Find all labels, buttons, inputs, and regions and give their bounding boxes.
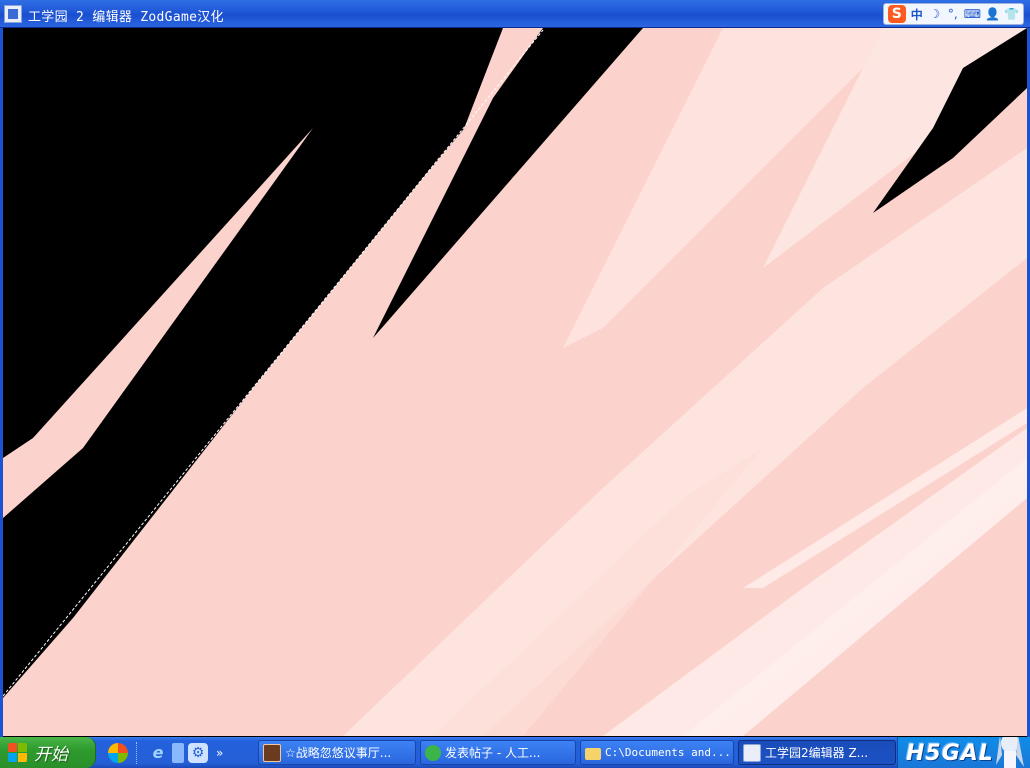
task-label: 工学园2编辑器 Z... <box>765 746 869 760</box>
pink-wallpaper-graphic <box>3 28 1027 736</box>
ime-punctuation-icon[interactable]: °, <box>946 7 960 21</box>
game-canvas[interactable] <box>3 28 1027 736</box>
task-button-editor[interactable]: 工学园2编辑器 Z... <box>738 740 896 765</box>
taskbar: 开始 e ⚙ » ☆战略忽悠议事厅... 发表帖子 - 人工... C:\Doc… <box>0 737 1030 768</box>
ime-fullwidth-icon[interactable]: ☽ <box>928 7 942 21</box>
window-title: 工学园 2 编辑器 ZodGame汉化 <box>28 10 224 25</box>
mascot-icon <box>996 737 1024 768</box>
media-icon[interactable] <box>172 742 184 763</box>
window-titlebar[interactable]: 工学园 2 编辑器 ZodGame汉化 S 中 ☽ °, ⌨ 👤 👕 <box>0 0 1030 28</box>
quick-launch-separator <box>136 741 140 764</box>
system-tray: H5GAL <box>897 737 1030 768</box>
task-button-game[interactable]: ☆战略忽悠议事厅... <box>258 740 416 765</box>
color-app-icon[interactable] <box>108 742 128 763</box>
task-label: 发表帖子 - 人工... <box>445 746 541 760</box>
folder-icon <box>585 747 601 760</box>
app-icon[interactable] <box>4 5 22 23</box>
app-icon <box>743 743 761 762</box>
start-button[interactable]: 开始 <box>0 737 96 768</box>
start-label: 开始 <box>34 745 68 765</box>
ime-toolbar[interactable]: S 中 ☽ °, ⌨ 👤 👕 <box>882 3 1024 25</box>
task-label: C:\Documents and... <box>605 746 731 759</box>
task-button-browser[interactable]: 发表帖子 - 人工... <box>420 740 576 765</box>
quick-launch-more-button[interactable]: » <box>216 746 223 760</box>
ime-keyboard-icon[interactable]: ⌨ <box>964 7 981 21</box>
ime-user-icon[interactable]: 👤 <box>985 7 1000 21</box>
ie-icon <box>425 744 441 761</box>
task-button-folder[interactable]: C:\Documents and... <box>580 740 734 765</box>
game-icon <box>263 743 281 762</box>
gear-app-icon[interactable]: ⚙ <box>188 742 208 763</box>
ime-language-toggle[interactable]: 中 <box>910 6 924 23</box>
task-label: ☆战略忽悠议事厅... <box>285 746 392 760</box>
windows-logo-icon <box>8 742 28 763</box>
ime-skin-icon[interactable]: 👕 <box>1004 7 1019 21</box>
h5gal-logo: H5GAL <box>906 741 994 766</box>
sogou-logo-icon[interactable]: S <box>887 5 906 23</box>
quick-launch-bar: e ⚙ » <box>100 737 223 768</box>
ie-icon[interactable]: e <box>148 743 168 763</box>
